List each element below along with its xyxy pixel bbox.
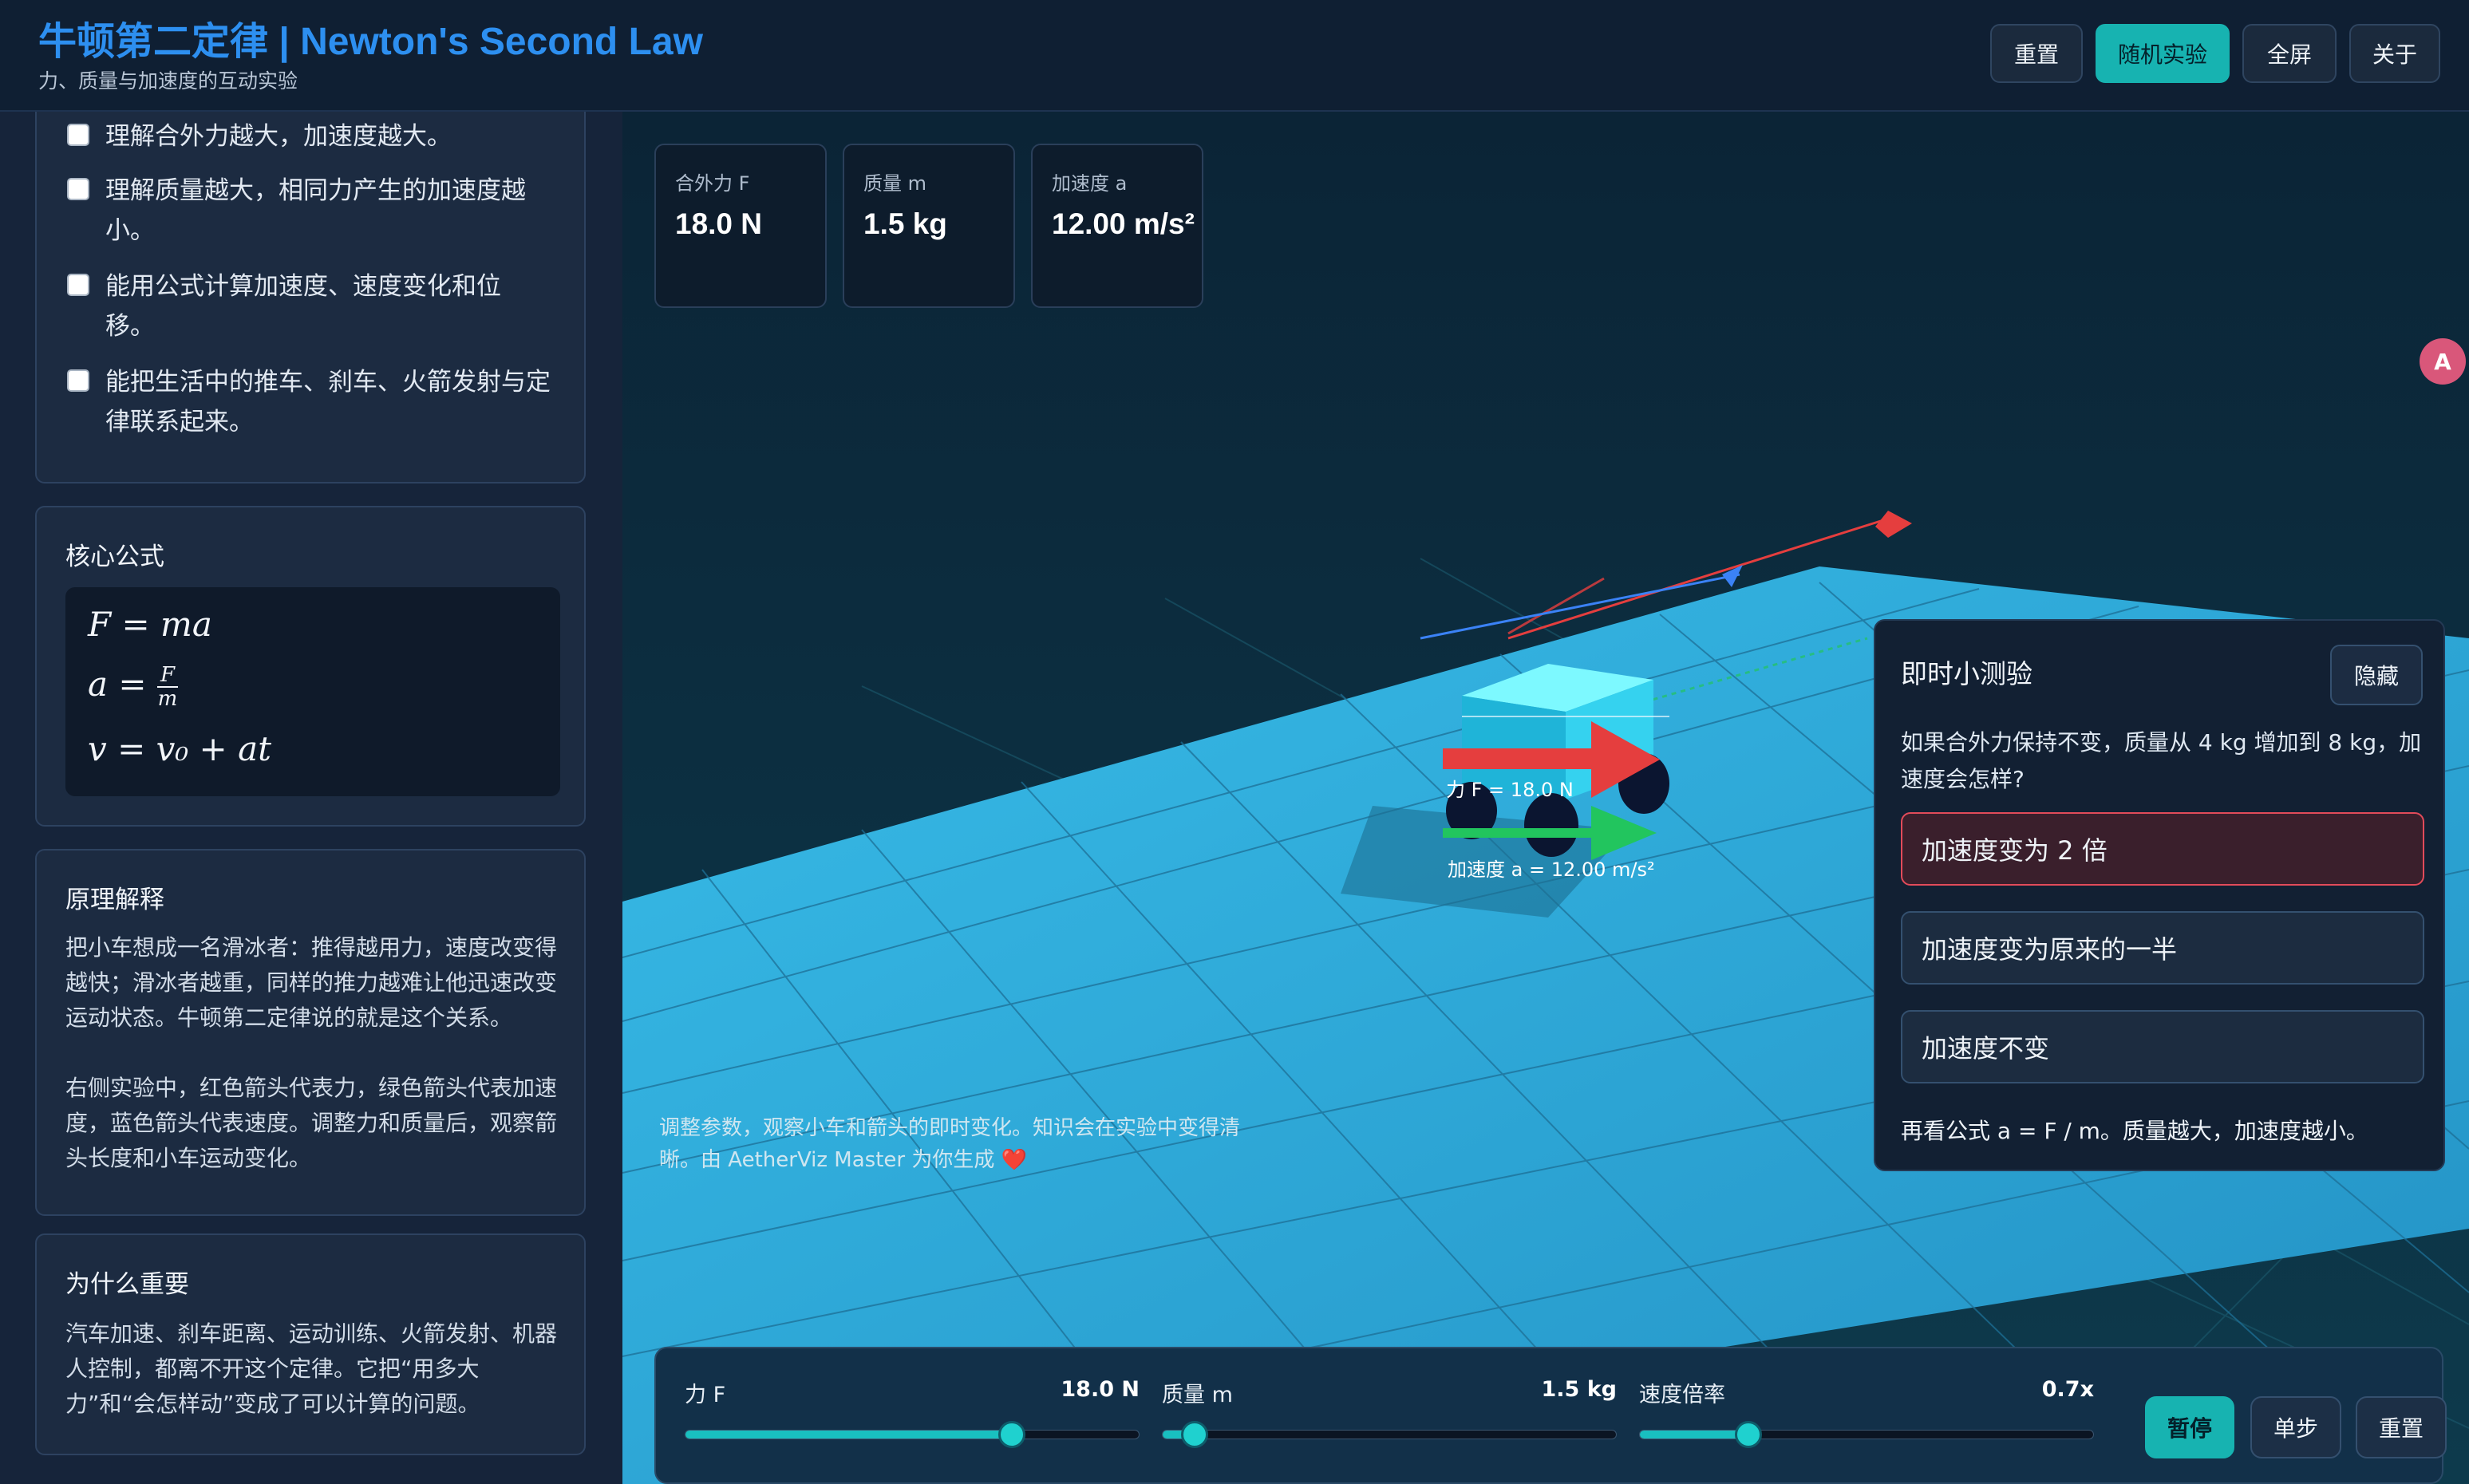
quiz-feedback: 再看公式 a = F / m。质量越大，加速度越小。 — [1901, 1118, 2368, 1144]
slider-fill — [1640, 1431, 1749, 1439]
stat-value: 1.5 kg — [863, 207, 947, 240]
slider-label: 质量 m — [1162, 1383, 1233, 1407]
goal-item: 理解质量越大，相同力产生的加速度越小。 — [67, 171, 562, 251]
speed-slider[interactable] — [1639, 1421, 2094, 1448]
importance-card: 为什么重要 汽车加速、刹车距离、运动训练、火箭发射、机器人控制，都离不开这个定律… — [35, 1233, 586, 1455]
translate-icon[interactable]: A — [2420, 338, 2466, 385]
simulation-viewport[interactable]: 力 F = 18.0 N 加速度 a = 12.00 m/s² 合外力 F 18… — [622, 112, 2469, 1484]
slider-thumb[interactable] — [997, 1421, 1025, 1448]
quiz-question: 如果合外力保持不变，质量从 4 kg 增加到 8 kg，加速度会怎样? — [1901, 729, 2422, 792]
goal-text: 能用公式计算加速度、速度变化和位移。 — [105, 272, 501, 341]
slider-label: 力 F — [685, 1383, 726, 1407]
formula-title: 核心公式 — [65, 543, 164, 571]
importance-title: 为什么重要 — [65, 1270, 189, 1299]
stat-label: 合外力 F — [675, 172, 750, 195]
goal-text: 理解质量越大，相同力产生的加速度越小。 — [105, 176, 526, 245]
formula-box: F = ma a = Fm v = v₀ + at — [65, 587, 560, 796]
formula-newton: F = ma — [88, 605, 212, 644]
goal-text: 理解合外力越大，加速度越大。 — [105, 122, 452, 151]
quiz-title: 即时小测验 — [1901, 658, 2032, 689]
slider-fill — [685, 1431, 1012, 1439]
pause-button[interactable]: 暂停 — [2145, 1396, 2234, 1458]
formula-card: 核心公式 F = ma a = Fm v = v₀ + at — [35, 506, 586, 827]
slider-value: 1.5 kg — [1541, 1377, 1617, 1402]
quiz-option[interactable]: 加速度变为原来的一半 — [1901, 911, 2424, 985]
stat-card-force: 合外力 F 18.0 N — [654, 144, 827, 308]
force-label: 力 F = 18.0 N — [1446, 779, 1574, 801]
reset-button[interactable]: 重置 — [1990, 24, 2083, 83]
slider-value: 0.7x — [2041, 1377, 2094, 1402]
step-button[interactable]: 单步 — [2250, 1396, 2341, 1458]
app-header: 牛顿第二定律 | Newton's Second Law 力、质量与加速度的互动… — [0, 0, 2469, 112]
force-arrow-shaft — [1443, 748, 1594, 769]
force-slider[interactable] — [685, 1421, 1140, 1448]
stat-value: 12.00 m/s² — [1052, 207, 1195, 240]
slider-thumb[interactable] — [1180, 1421, 1208, 1448]
goal-text: 能把生活中的推车、刹车、火箭发射与定律联系起来。 — [105, 368, 551, 436]
goal-checkbox[interactable] — [67, 178, 89, 200]
scene-hint: 调整参数，观察小车和箭头的即时变化。知识会在实验中变得清晰。由 AetherVi… — [659, 1116, 1241, 1172]
formula-acceleration: a = Fm — [88, 663, 178, 711]
goal-item: 能用公式计算加速度、速度变化和位移。 — [67, 266, 514, 346]
slider-label: 速度倍率 — [1639, 1383, 1725, 1407]
mass-slider[interactable] — [1162, 1421, 1617, 1448]
quiz-hide-button[interactable]: 隐藏 — [2330, 645, 2423, 705]
sidebar[interactable]: 理解合外力越大，加速度越大。 理解质量越大，相同力产生的加速度越小。 能用公式计… — [0, 112, 622, 1484]
random-experiment-button[interactable]: 随机实验 — [2096, 24, 2230, 83]
page-title: 牛顿第二定律 | Newton's Second Law — [38, 21, 703, 63]
principle-paragraph: 把小车想成一名滑冰者：推得越用力，速度改变得越快；滑冰者越重，同样的推力越难让他… — [65, 934, 558, 1031]
stat-card-acceleration: 加速度 a 12.00 m/s² — [1031, 144, 1203, 308]
stat-value: 18.0 N — [675, 207, 763, 240]
quiz-option[interactable]: 加速度不变 — [1901, 1010, 2424, 1083]
stat-label: 质量 m — [863, 172, 927, 195]
goal-checkbox[interactable] — [67, 369, 89, 392]
cart-wheel — [1524, 793, 1578, 857]
importance-text: 汽车加速、刹车距离、运动训练、火箭发射、机器人控制，都离不开这个定律。它把“用多… — [65, 1320, 558, 1417]
slider-thumb[interactable] — [1735, 1421, 1763, 1448]
principle-title: 原理解释 — [65, 886, 164, 914]
about-button[interactable]: 关于 — [2349, 24, 2440, 83]
formula-velocity: v = v₀ + at — [88, 729, 271, 768]
fullscreen-button[interactable]: 全屏 — [2242, 24, 2337, 83]
principle-card: 原理解释 把小车想成一名滑冰者：推得越用力，速度改变得越快；滑冰者越重，同样的推… — [35, 849, 586, 1216]
learning-goals-card: 理解合外力越大，加速度越大。 理解质量越大，相同力产生的加速度越小。 能用公式计… — [35, 112, 586, 483]
goal-item: 能把生活中的推车、刹车、火箭发射与定律联系起来。 — [67, 362, 562, 442]
reset-simulation-button[interactable]: 重置 — [2356, 1396, 2447, 1458]
goal-checkbox[interactable] — [67, 124, 89, 146]
goal-checkbox[interactable] — [67, 274, 89, 296]
stat-card-mass: 质量 m 1.5 kg — [843, 144, 1015, 308]
acceleration-label: 加速度 a = 12.00 m/s² — [1448, 858, 1655, 881]
principle-paragraph: 右侧实验中，红色箭头代表力，绿色箭头代表加速度，蓝色箭头代表速度。调整力和质量后… — [65, 1075, 558, 1171]
quiz-panel: 即时小测验 隐藏 如果合外力保持不变，质量从 4 kg 增加到 8 kg，加速度… — [1874, 619, 2445, 1171]
control-panel: 力 F 18.0 N 质量 m 1.5 kg 速度倍率 0.7x 暂停 单步 重… — [654, 1347, 2447, 1484]
slider-value: 18.0 N — [1061, 1377, 1140, 1402]
page-subtitle: 力、质量与加速度的互动实验 — [38, 69, 298, 93]
goal-item: 理解合外力越大，加速度越大。 — [67, 116, 562, 156]
acceleration-arrow-shaft — [1443, 828, 1594, 838]
quiz-option-selected-wrong[interactable]: 加速度变为 2 倍 — [1901, 812, 2424, 886]
stat-label: 加速度 a — [1052, 172, 1128, 195]
